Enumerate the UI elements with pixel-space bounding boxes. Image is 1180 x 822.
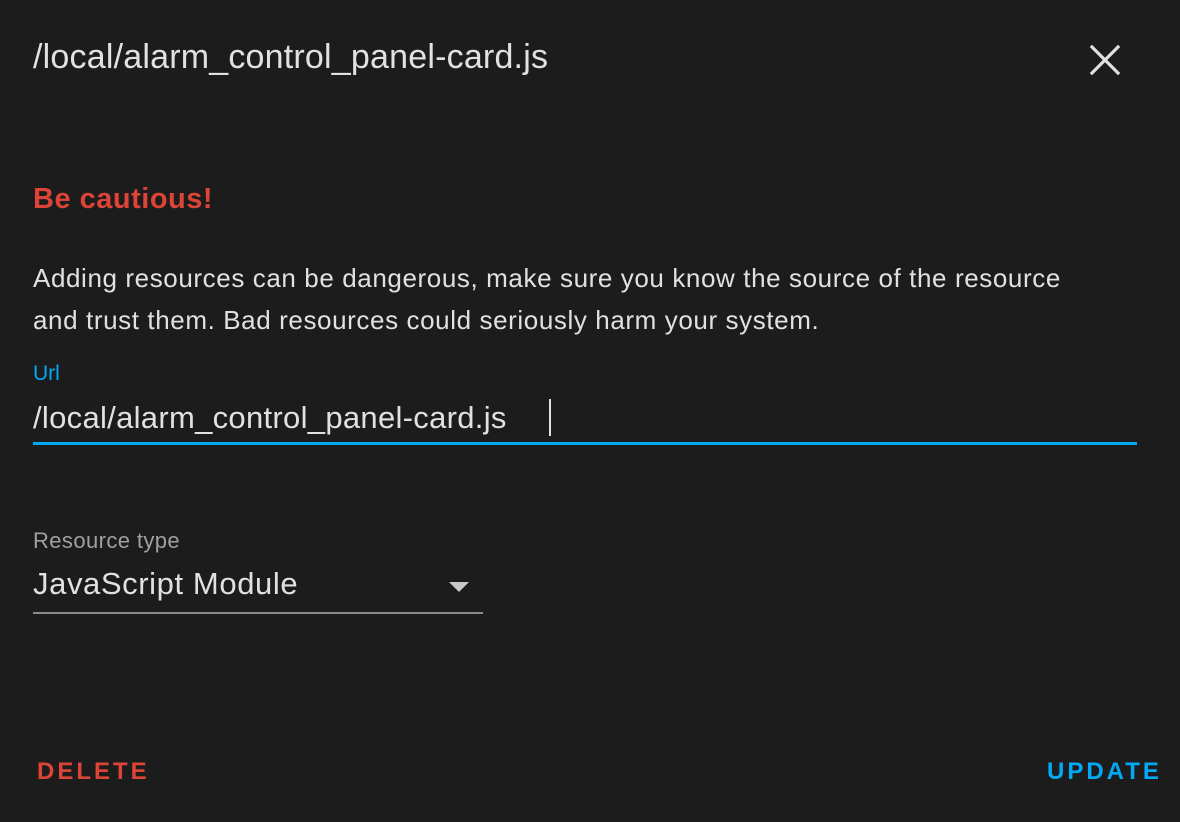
warning-text: Adding resources can be dangerous, make … bbox=[33, 263, 1061, 335]
dialog-title: /local/alarm_control_panel-card.js bbox=[33, 38, 549, 76]
resource-type-select[interactable]: Resource type JavaScript Module bbox=[33, 528, 483, 616]
update-button[interactable]: UPDATE bbox=[1043, 754, 1166, 790]
url-input[interactable] bbox=[33, 396, 1133, 440]
delete-button[interactable]: DELETE bbox=[33, 754, 154, 790]
text-cursor bbox=[549, 399, 551, 436]
warning-title: Be cautious! bbox=[33, 183, 214, 215]
resource-type-label: Resource type bbox=[33, 528, 181, 553]
url-label: Url bbox=[33, 362, 60, 385]
resource-dialog: /local/alarm_control_panel-card.js Be ca… bbox=[0, 0, 1180, 822]
dropdown-arrow-icon[interactable] bbox=[447, 580, 471, 594]
url-field[interactable]: Url bbox=[33, 362, 1137, 446]
resource-type-underline bbox=[33, 612, 483, 614]
url-underline bbox=[33, 442, 1137, 445]
close-button[interactable] bbox=[1082, 37, 1128, 83]
close-icon bbox=[1089, 44, 1121, 76]
resource-type-value: JavaScript Module bbox=[33, 566, 299, 601]
